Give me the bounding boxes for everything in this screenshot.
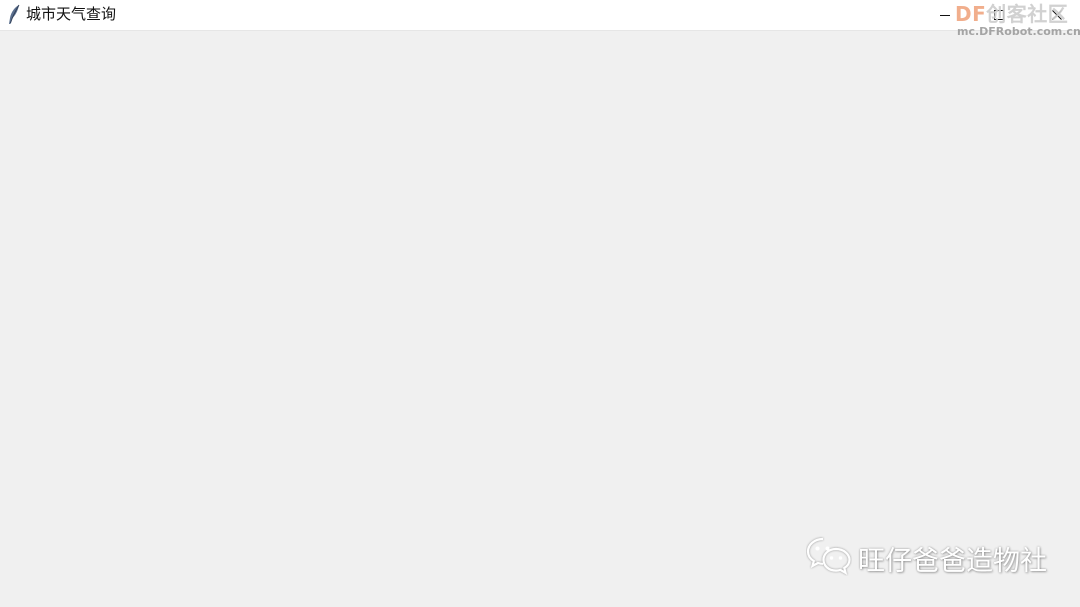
maximize-icon [993,6,1005,25]
minimize-button[interactable] [922,0,968,30]
client-area [0,31,1080,607]
feather-icon[interactable] [6,4,22,26]
title-bar[interactable]: 城市天气查询 [0,0,1080,31]
minimize-icon [939,6,951,25]
app-window: 城市天气查询 DF创客社区 mc.DFRobot.com.cn 旺仔爸爸造物社 [0,0,1080,607]
close-button[interactable] [1034,0,1080,30]
window-title: 城市天气查询 [26,5,117,23]
close-icon [1051,6,1063,25]
maximize-button[interactable] [976,0,1022,30]
